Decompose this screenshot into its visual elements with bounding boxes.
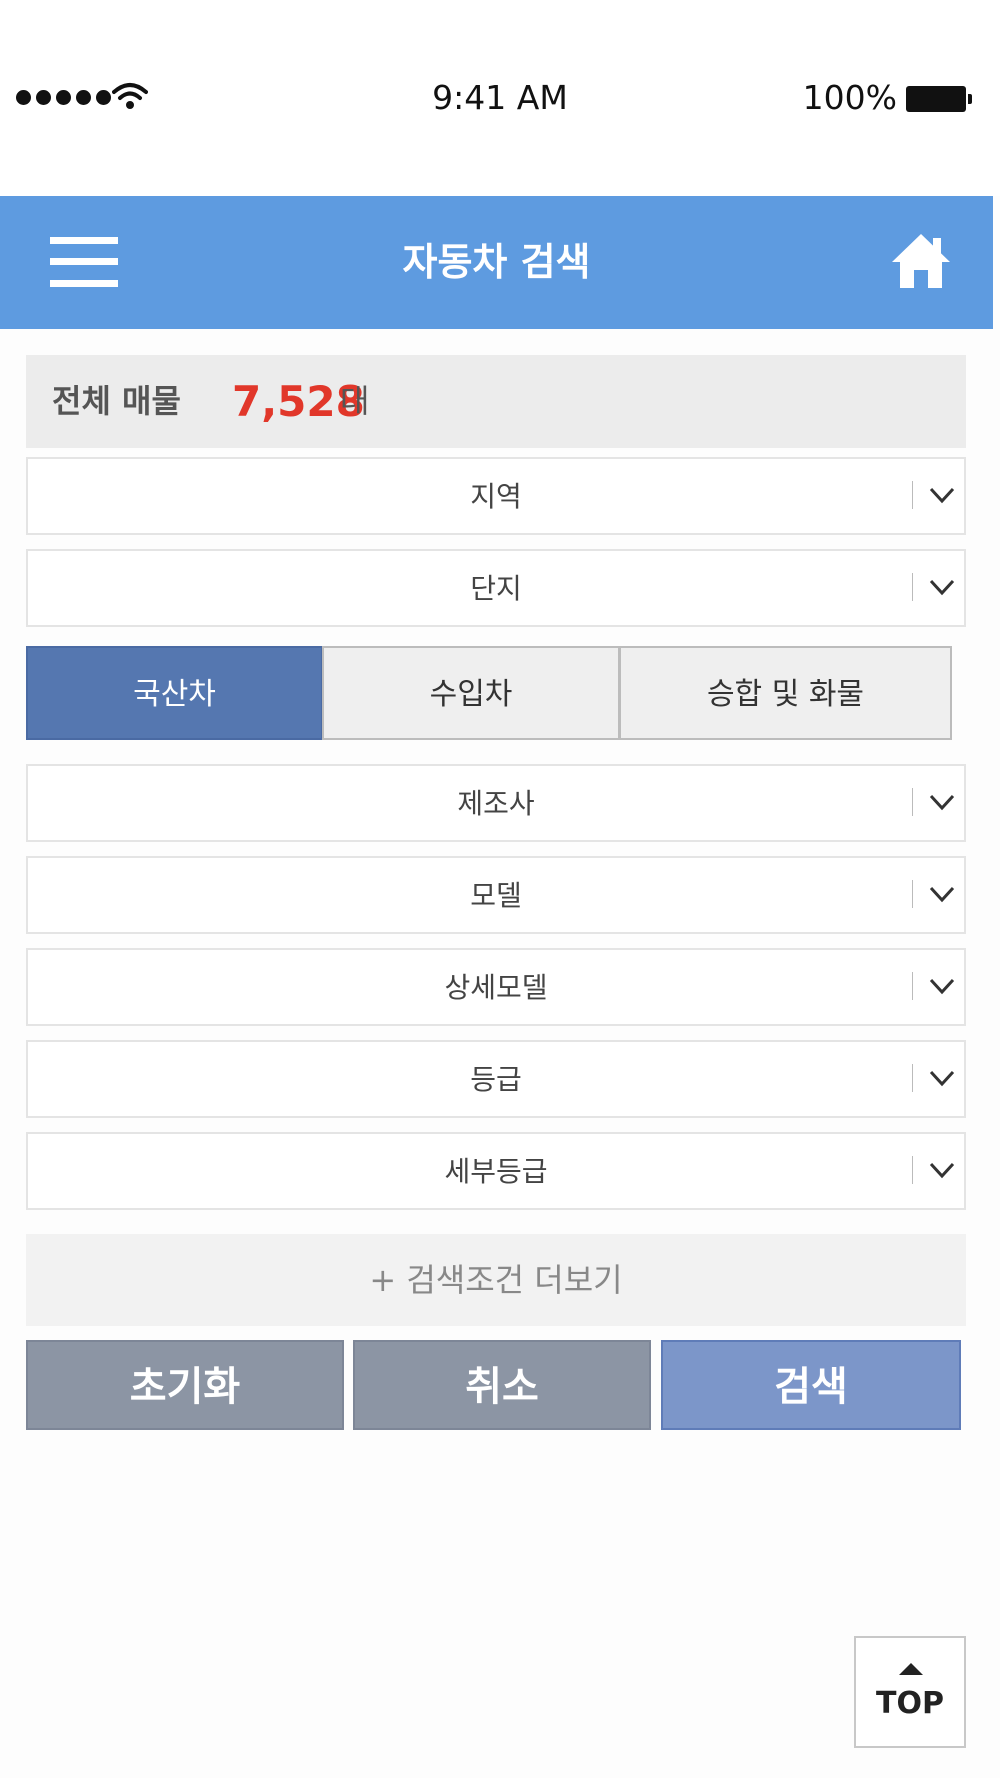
sub-grade-select[interactable]: 세부등급 [26, 1132, 966, 1210]
battery-icon [906, 86, 972, 112]
complex-select[interactable]: 단지 [26, 549, 966, 627]
manufacturer-select[interactable]: 제조사 [26, 764, 966, 842]
model-select[interactable]: 모델 [26, 856, 966, 934]
chevron-down-icon [929, 1162, 955, 1179]
home-icon[interactable] [890, 232, 952, 290]
tab-van-truck[interactable]: 승합 및 화물 [619, 646, 952, 740]
select-divider [912, 972, 913, 1000]
select-label: 단지 [470, 572, 522, 605]
scroll-top-label: TOP [876, 1686, 944, 1721]
reset-button[interactable]: 초기화 [26, 1340, 344, 1430]
total-listings-bar: 전체 매물 7,528 대 [26, 355, 966, 448]
app-header: 자동차 검색 [0, 196, 993, 329]
grade-select[interactable]: 등급 [26, 1040, 966, 1118]
cancel-button[interactable]: 취소 [353, 1340, 651, 1430]
select-divider [912, 1064, 913, 1092]
scroll-top-button[interactable]: TOP [854, 1636, 966, 1748]
search-button[interactable]: 검색 [661, 1340, 961, 1430]
chevron-down-icon [929, 487, 955, 504]
tab-domestic[interactable]: 국산차 [26, 646, 323, 740]
select-label: 세부등급 [444, 1155, 548, 1188]
select-label: 등급 [470, 1063, 522, 1096]
select-divider [912, 573, 913, 601]
total-listings-label: 전체 매물 [52, 382, 181, 420]
select-divider [912, 880, 913, 908]
chevron-down-icon [929, 794, 955, 811]
arrow-up-icon [899, 1663, 923, 1675]
select-label: 지역 [470, 480, 522, 513]
status-bar: 9:41 AM 100% [0, 0, 1000, 196]
battery-percentage: 100% [802, 78, 897, 117]
car-type-tabs: 국산차 수입차 승합 및 화물 [26, 646, 962, 744]
select-label: 상세모델 [444, 971, 548, 1004]
tab-imported[interactable]: 수입차 [322, 646, 620, 740]
select-divider [912, 481, 913, 509]
chevron-down-icon [929, 1070, 955, 1087]
more-conditions-button[interactable]: + 검색조건 더보기 [26, 1234, 966, 1326]
region-select[interactable]: 지역 [26, 457, 966, 535]
select-label: 제조사 [457, 787, 535, 820]
total-listings-unit: 대 [340, 382, 370, 420]
page-title: 자동차 검색 [402, 240, 591, 284]
chevron-down-icon [929, 579, 955, 596]
select-divider [912, 788, 913, 816]
select-divider [912, 1156, 913, 1184]
select-label: 모델 [470, 879, 522, 912]
chevron-down-icon [929, 978, 955, 995]
detail-model-select[interactable]: 상세모델 [26, 948, 966, 1026]
chevron-down-icon [929, 886, 955, 903]
